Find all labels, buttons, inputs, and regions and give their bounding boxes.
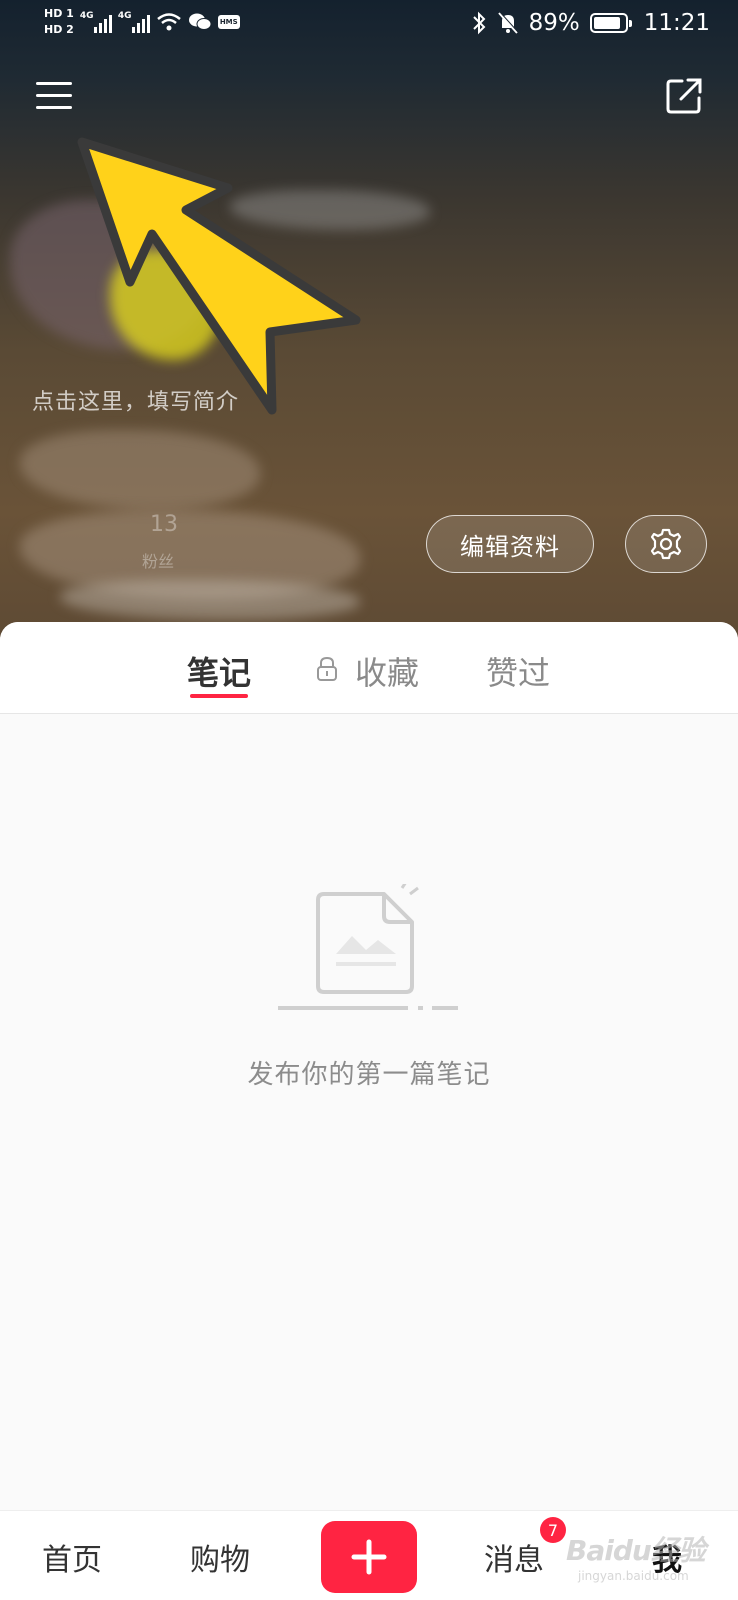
wechat-icon bbox=[188, 13, 212, 30]
tab-collections[interactable]: 收藏 bbox=[355, 648, 419, 694]
gear-icon bbox=[650, 528, 682, 560]
active-tab-indicator bbox=[190, 694, 248, 698]
battery-percent: 89% bbox=[528, 10, 580, 36]
hd2-badge: HD 2 bbox=[44, 23, 74, 36]
followers-count[interactable]: 13 bbox=[150, 512, 178, 537]
profile-tabs: 笔记 收藏 赞过 bbox=[0, 622, 738, 714]
profile-header: HD 1 HD 2 4G 4G HMS 89% 11:21 点击这里，填写简介 … bbox=[0, 0, 738, 640]
settings-button[interactable] bbox=[625, 515, 707, 573]
nav-home[interactable]: 首页 bbox=[42, 1535, 102, 1579]
empty-state-message: 发布你的第一篇笔记 bbox=[247, 1060, 491, 1090]
nav-messages[interactable]: 消息 bbox=[484, 1535, 544, 1579]
content-sheet: 笔记 收藏 赞过 发布你的第一篇笔记 bbox=[0, 622, 738, 1510]
bluetooth-icon bbox=[472, 11, 485, 35]
empty-note-icon bbox=[278, 884, 458, 1010]
lock-icon bbox=[317, 656, 337, 681]
watermark-url: jingyan.baidu.com bbox=[578, 1569, 689, 1583]
hd-indicators: HD 1 HD 2 bbox=[44, 8, 74, 36]
hms-icon: HMS bbox=[217, 15, 240, 29]
edit-profile-button[interactable]: 编辑资料 bbox=[426, 515, 594, 573]
followers-label: 粉丝 bbox=[142, 552, 175, 571]
battery-icon bbox=[589, 13, 632, 33]
bottom-nav: 首页 购物 消息 7 我 Baidu经验 jingyan.baidu.com bbox=[0, 1510, 738, 1600]
nav-shop[interactable]: 购物 bbox=[190, 1535, 250, 1579]
signal-1-icon: 4G bbox=[80, 11, 112, 33]
tab-likes[interactable]: 赞过 bbox=[486, 648, 550, 694]
plus-icon bbox=[351, 1539, 387, 1575]
tab-notes[interactable]: 笔记 bbox=[187, 648, 251, 694]
share-icon bbox=[666, 78, 702, 114]
signal-2-icon: 4G bbox=[118, 11, 150, 33]
post-button[interactable] bbox=[321, 1521, 417, 1593]
bio-placeholder[interactable]: 点击这里，填写简介 bbox=[32, 384, 239, 416]
messages-badge: 7 bbox=[540, 1517, 566, 1543]
mute-bell-icon bbox=[497, 11, 518, 34]
wifi-icon bbox=[157, 13, 181, 31]
share-button[interactable] bbox=[664, 76, 704, 116]
hd1-badge: HD 1 bbox=[44, 7, 74, 20]
watermark: Baidu经验 bbox=[566, 1534, 706, 1567]
menu-button[interactable] bbox=[36, 80, 74, 110]
clock: 11:21 bbox=[643, 10, 710, 36]
status-bar: HD 1 HD 2 4G 4G HMS 89% 11:21 bbox=[0, 0, 738, 52]
